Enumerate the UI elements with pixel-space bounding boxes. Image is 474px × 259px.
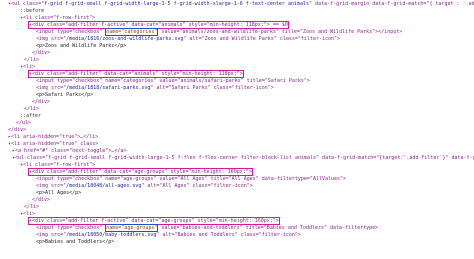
dom-token: <img src=" <box>36 183 67 189</box>
dom-node-line[interactable]: <img src="/media/1818/safari-parks.svg" … <box>36 85 274 92</box>
dom-token: <p>Safari Parks</p> <box>36 92 94 98</box>
dom-token: <input type="checkbox" <box>36 225 106 231</box>
dom-token: /media/18050/baby-toddlers.svg <box>66 232 157 238</box>
dom-token: value="animals/zoos-and-wildlife-parks" … <box>158 29 379 35</box>
dom-token: </div> <box>32 197 51 203</box>
dom-node-line[interactable]: <input type="checkbox" name="categories"… <box>36 28 403 36</box>
dom-token: </div> <box>32 99 51 105</box>
dom-node-line[interactable]: <p>Babies and Toddlers</p> <box>36 239 114 246</box>
dom-token: ::before <box>20 8 45 14</box>
dom-token: </div> <box>32 50 51 56</box>
dom-node-line[interactable]: </li> <box>24 106 39 113</box>
dom-token: " alt="All Ages" class="filter-icon"> <box>141 183 253 189</box>
dom-node-line[interactable]: ▾<ul class="f-grid f-grid-small f-grid-w… <box>12 155 474 162</box>
dom-token: ::after <box>20 113 42 119</box>
dom-node-line[interactable]: ▸<li aria-hidden="true">…</li> <box>8 134 98 141</box>
dom-node-line[interactable]: </li> <box>24 57 39 64</box>
dom-token: /media/1818/safari-parks.svg <box>66 85 151 91</box>
highlighted-node: ▾<div class="add-filter" data-cat="anima… <box>28 70 244 78</box>
dom-node-line[interactable]: <p>Zoos and Wildlife Parks</p> <box>36 43 126 50</box>
dom-token: /media/18048/all-ages.svg <box>66 183 142 189</box>
dom-token: <p>All Ages</p> <box>36 190 82 196</box>
dom-node-line[interactable]: <img src="/media/18050/baby-toddlers.svg… <box>36 232 301 239</box>
dom-node-line[interactable]: ▾<li aria-hidden="true" class> <box>8 141 98 148</box>
dom-token: <img src=" <box>36 232 67 238</box>
dom-node-line[interactable]: </li> <box>24 204 39 211</box>
dom-node-line[interactable]: ▾<div class="add-filter" data-cat="anima… <box>28 70 244 78</box>
dom-token: " alt="Babies and Toddlers" class="filte… <box>156 232 301 238</box>
dom-token: </div> <box>8 127 27 133</box>
dom-token: <p>Babies and Toddlers</p> <box>36 239 115 245</box>
dom-node-line[interactable]: ::before <box>20 8 44 15</box>
highlighted-attr: name="categories" <box>105 28 159 36</box>
dom-token: value="babies-and-toddlers" title="Babie… <box>158 225 379 231</box>
dom-node-line[interactable]: ::after <box>20 113 41 120</box>
dom-node-line[interactable]: </div> <box>8 127 26 134</box>
dom-token: ▸<li aria-hidden="true">…</li> <box>8 134 99 140</box>
elements-panel: ▾<ul class="f-grid f-grid-small f-grid-w… <box>0 0 474 259</box>
dom-node-line[interactable]: <input type="checkbox" name="categories"… <box>36 78 310 85</box>
dom-node-line[interactable]: <img src="/media/18048/all-ages.svg" alt… <box>36 183 253 190</box>
dom-token: /media/1816/zoos-and-wildlife-parks.svg <box>66 36 184 42</box>
dom-token: ▾<li aria-hidden="true" class> <box>8 141 99 147</box>
dom-node-line[interactable]: ▾<div class="add-filter" data-cat="age-g… <box>28 168 253 176</box>
dom-token: <img src=" <box>36 36 67 42</box>
highlighted-node: ▾<div class="add-filter" data-cat="age-g… <box>28 168 253 176</box>
dom-token: f-grid f-grid-small f-grid-width-large-1… <box>44 1 310 7</box>
dom-node-line[interactable]: <input type="checkbox" name="age-groups"… <box>36 176 346 183</box>
highlighted-attr: name="age-groups" <box>105 224 159 232</box>
dom-token: <input type="checkbox" <box>36 29 106 35</box>
dom-token: " data-f-grid-margin data-f-grid-match="… <box>309 1 474 7</box>
dom-token: </li> <box>24 106 40 112</box>
dom-token: " alt="Safari Parks" class="filter-icon"… <box>150 85 274 91</box>
dom-token: ▾<ul class="f-grid f-grid-small f-grid-w… <box>12 155 474 161</box>
dom-node-line[interactable]: ▸<a href="#" class="next-toggle">…</a> <box>12 148 126 155</box>
highlighted-node: ▾<div class="add-filter f-active" data-c… <box>28 21 289 29</box>
dom-node-line[interactable]: </div> <box>32 50 50 57</box>
dom-node-line[interactable]: ▾<div class="add-filter f-active" data-c… <box>28 21 289 29</box>
dom-node-line[interactable]: <img src="/media/1816/zoos-and-wildlife-… <box>36 36 340 43</box>
dom-node-line[interactable]: <p>All Ages</p> <box>36 190 81 197</box>
dom-node-line[interactable]: <input type="checkbox" name="age-groups"… <box>36 224 379 232</box>
dom-token: <input type="checkbox" name="categories"… <box>36 78 310 84</box>
dom-node-line[interactable]: <p>Safari Parks</p> <box>36 92 93 99</box>
dom-node-line[interactable]: </div> <box>32 99 50 106</box>
dom-node-line[interactable]: </ul> <box>16 120 31 127</box>
dom-token: </li> <box>24 204 40 210</box>
dom-token: </li> <box>24 57 40 63</box>
dom-token: </ul> <box>16 120 32 126</box>
dom-node-line[interactable]: </div> <box>32 197 50 204</box>
dom-token: <img src=" <box>36 85 67 91</box>
dom-token: ▾<ul class=" <box>8 1 45 7</box>
dom-token: ▸<a href="#" class="next-toggle">…</a> <box>12 148 127 154</box>
dom-node-line[interactable]: ▾<ul class="f-grid f-grid-small f-grid-w… <box>8 1 474 8</box>
dom-token: <input type="checkbox" name="age-groups"… <box>36 176 347 182</box>
dom-token: " alt="Zoos and Wildlife Parks" class="f… <box>183 36 341 42</box>
dom-token: <p>Zoos and Wildlife Parks</p> <box>36 43 127 49</box>
dom-token: </input> <box>378 29 403 35</box>
